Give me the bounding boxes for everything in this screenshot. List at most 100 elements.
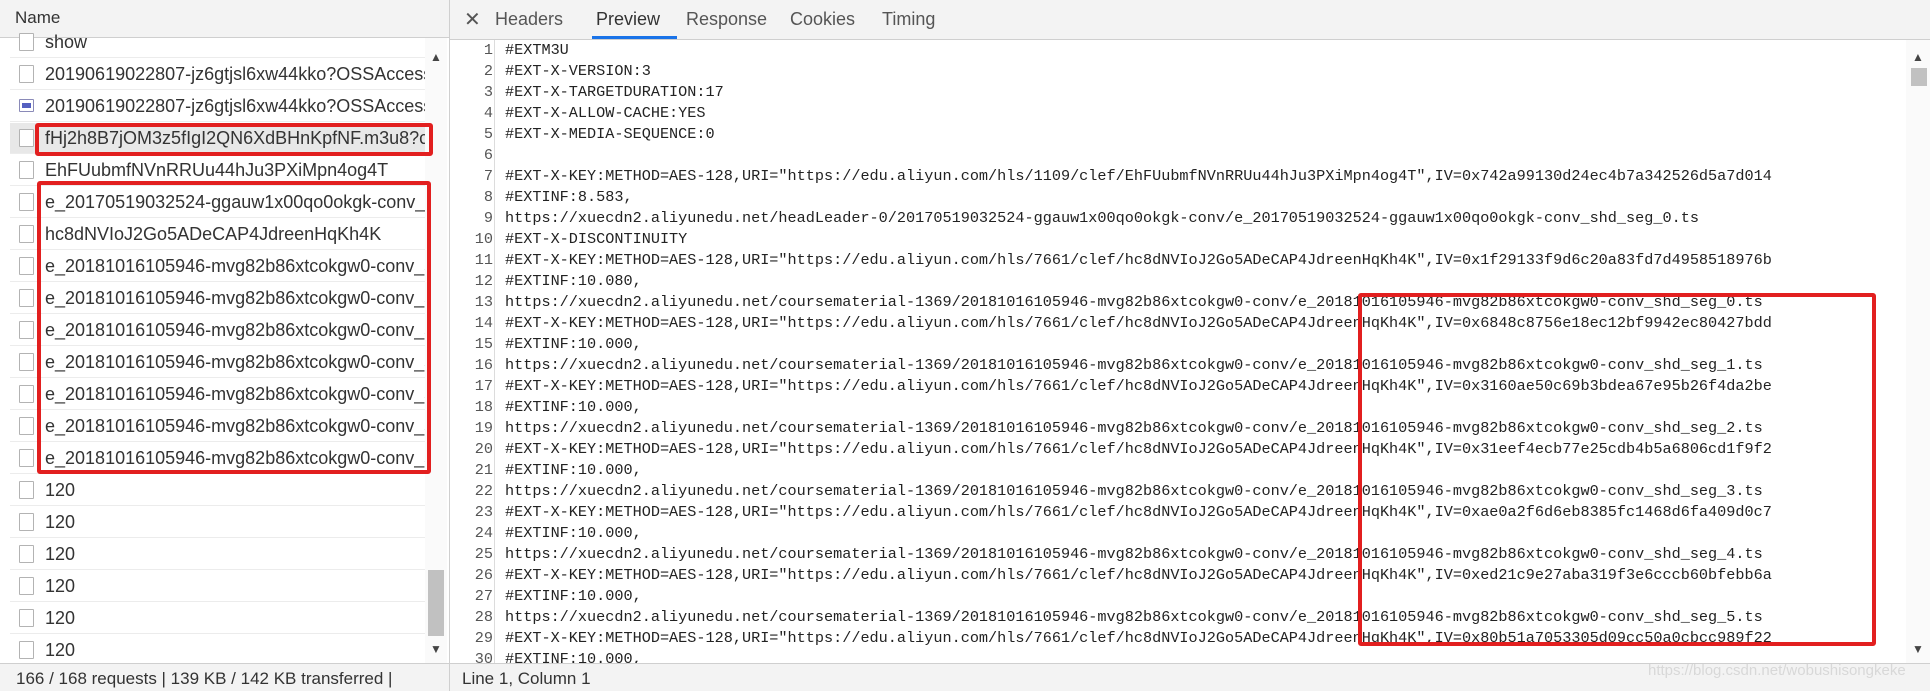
file-icon [19, 385, 34, 403]
request-list-panel: Name show 20190619022807-jz6gtjsl6xw44kko… [0, 0, 450, 691]
close-icon[interactable]: ✕ [464, 7, 481, 32]
request-row[interactable]: 120 [10, 475, 425, 506]
code-line: #EXT-X-TARGETDURATION:17 [505, 83, 724, 101]
code-line: #EXTINF:10.080, [505, 272, 642, 290]
request-row[interactable]: 120 [10, 603, 425, 634]
line-number: 22 [474, 482, 493, 500]
line-number: 21 [474, 461, 493, 479]
request-row[interactable]: e_20181016105946-mvg82b86xtcokgw0-conv_s [10, 347, 425, 378]
code-line: #EXT-X-KEY:METHOD=AES-128,URI="https://e… [505, 314, 1772, 332]
scroll-up-icon[interactable]: ▲ [430, 50, 442, 64]
preview-editor[interactable]: 1 2 3 4 5 6 7 8 9 10 11 12 13 14 15 16 17 18 19 20 21 22 23 24 2… [450, 40, 1930, 663]
line-number: 7 [483, 167, 493, 185]
scrollbar-thumb[interactable] [1911, 68, 1927, 86]
request-row[interactable]: e_20181016105946-mvg82b86xtcokgw0-conv_s [10, 411, 425, 442]
line-number: 5 [483, 125, 493, 143]
line-number: 12 [474, 272, 493, 290]
line-number: 18 [474, 398, 493, 416]
code-line: https://xuecdn2.aliyunedu.net/coursemate… [505, 545, 1763, 563]
code-line: https://xuecdn2.aliyunedu.net/coursemate… [505, 356, 1763, 374]
scroll-down-icon[interactable]: ▼ [430, 642, 442, 656]
preview-scrollbar[interactable]: ▲ ▼ [1906, 40, 1930, 663]
request-name: 120 [45, 640, 76, 660]
request-row[interactable]: e_20181016105946-mvg82b86xtcokgw0-conv_s [10, 251, 425, 282]
tab-cookies[interactable]: Cookies [790, 9, 855, 30]
request-row[interactable]: 120 [10, 507, 425, 538]
code-line: #EXTINF:8.583, [505, 188, 633, 206]
code-line: #EXTINF:10.000, [505, 398, 642, 416]
request-list-scrollbar[interactable]: ▲ ▼ [425, 38, 447, 663]
tab-response[interactable]: Response [686, 9, 767, 30]
line-number: 9 [483, 209, 493, 227]
line-number: 6 [483, 146, 493, 164]
name-column-label: Name [15, 8, 61, 27]
code-line: #EXTINF:10.000, [505, 524, 642, 542]
line-number: 11 [474, 251, 493, 269]
request-row[interactable]: e_20170519032524-ggauw1x00qo0okgk-conv_s [10, 187, 425, 218]
request-row[interactable]: hc8dNVIoJ2Go5ADeCAP4JdreenHqKh4K [10, 219, 425, 250]
code-line: #EXT-X-KEY:METHOD=AES-128,URI="https://e… [505, 503, 1772, 521]
file-icon [19, 257, 34, 275]
tab-preview[interactable]: Preview [596, 9, 660, 30]
code-line: #EXT-X-KEY:METHOD=AES-128,URI="https://e… [505, 251, 1772, 269]
request-row[interactable]: 120 [10, 571, 425, 602]
request-row[interactable]: EhFUubmfNVnRRUu44hJu3PXiMpn4og4T [10, 155, 425, 186]
line-number: 10 [474, 230, 493, 248]
request-row[interactable]: 20190619022807-jz6gtjsl6xw44kko?OSSAcces… [10, 59, 425, 90]
request-name: e_20181016105946-mvg82b86xtcokgw0-conv_s [45, 416, 425, 436]
tab-headers[interactable]: Headers [495, 9, 563, 30]
line-number: 4 [483, 104, 493, 122]
request-row[interactable]: show [10, 28, 425, 58]
request-row[interactable]: e_20181016105946-mvg82b86xtcokgw0-conv_s [10, 379, 425, 410]
request-row[interactable]: e_20181016105946-mvg82b86xtcokgw0-conv_s [10, 315, 425, 346]
request-row[interactable]: 120 [10, 539, 425, 570]
active-tab-indicator [592, 36, 677, 39]
code-line: #EXTM3U [505, 41, 569, 59]
scrollbar-thumb[interactable] [428, 570, 444, 636]
scroll-down-icon[interactable]: ▼ [1912, 642, 1924, 656]
code-line: https://xuecdn2.aliyunedu.net/headLeader… [505, 209, 1699, 227]
code-line: #EXT-X-MEDIA-SEQUENCE:0 [505, 125, 715, 143]
request-row[interactable]: fHj2h8B7jOM3z5fIgI2QN6XdBHnKpfNF.m3u8?c. [10, 123, 425, 154]
code-line: #EXT-X-KEY:METHOD=AES-128,URI="https://e… [505, 629, 1772, 647]
line-number: 30 [474, 650, 493, 663]
line-number: 29 [474, 629, 493, 647]
line-number: 14 [474, 314, 493, 332]
line-number: 15 [474, 335, 493, 353]
detail-tabs: ✕ Headers Preview Response Cookies Timin… [450, 0, 1930, 40]
request-name: e_20181016105946-mvg82b86xtcokgw0-conv_s [45, 448, 425, 468]
file-icon [19, 321, 34, 339]
file-icon [19, 545, 34, 563]
code-line: #EXT-X-DISCONTINUITY [505, 230, 688, 248]
request-row[interactable]: e_20181016105946-mvg82b86xtcokgw0-conv_s [10, 443, 425, 474]
request-row[interactable]: 120 [10, 635, 425, 663]
request-name: EhFUubmfNVnRRUu44hJu3PXiMpn4og4T [45, 160, 389, 180]
line-number: 23 [474, 503, 493, 521]
tab-timing[interactable]: Timing [882, 9, 935, 30]
code-line: #EXT-X-ALLOW-CACHE:YES [505, 104, 706, 122]
request-name: 120 [45, 608, 76, 628]
file-icon [19, 481, 34, 499]
file-icon [19, 161, 34, 179]
code-line: #EXT-X-KEY:METHOD=AES-128,URI="https://e… [505, 566, 1772, 584]
scroll-up-icon[interactable]: ▲ [1912, 50, 1924, 64]
file-icon [19, 609, 34, 627]
request-list: show 20190619022807-jz6gtjsl6xw44kko?OSSA… [0, 28, 425, 663]
line-number: 26 [474, 566, 493, 584]
request-row[interactable]: e_20181016105946-mvg82b86xtcokgw0-conv_s [10, 283, 425, 314]
code-line: https://xuecdn2.aliyunedu.net/coursemate… [505, 482, 1763, 500]
cursor-position: Line 1, Column 1 [462, 669, 591, 688]
code-line: #EXTINF:10.000, [505, 335, 642, 353]
line-number: 25 [474, 545, 493, 563]
file-icon [19, 129, 34, 147]
request-name: 120 [45, 480, 76, 500]
file-icon [19, 193, 34, 211]
network-summary-text: 166 / 168 requests | 139 KB / 142 KB tra… [16, 669, 393, 688]
line-number: 19 [474, 419, 493, 437]
request-row[interactable]: 20190619022807-jz6gtjsl6xw44kko?OSSAcces… [10, 91, 425, 122]
code-line: #EXTINF:10.000, [505, 650, 642, 663]
line-number: 24 [474, 524, 493, 542]
file-icon [19, 417, 34, 435]
code-line: https://xuecdn2.aliyunedu.net/coursemate… [505, 608, 1763, 626]
request-name: show [45, 32, 88, 52]
